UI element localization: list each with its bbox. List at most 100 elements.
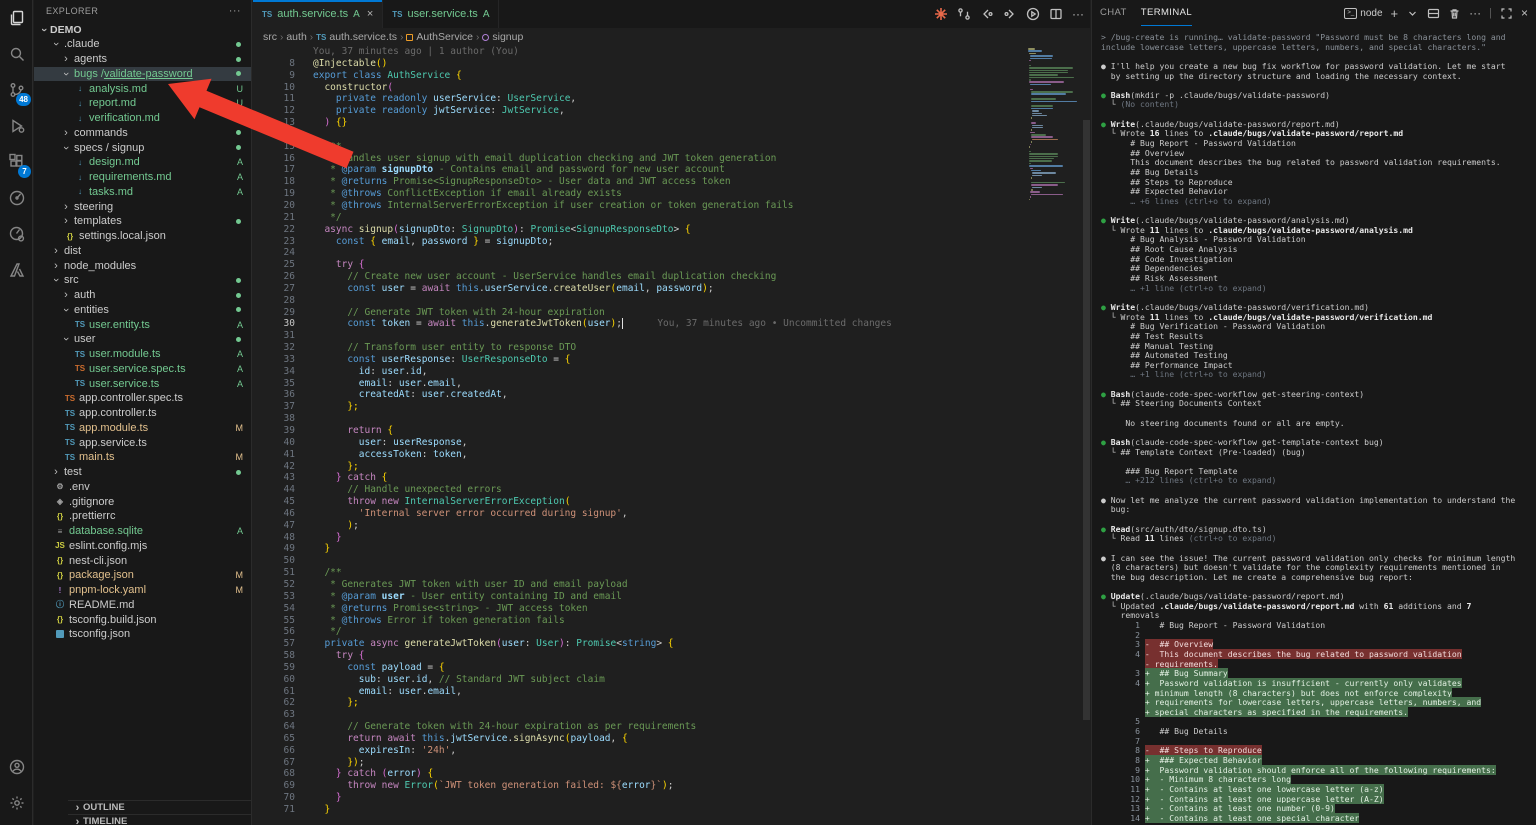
- terminal-line: ● Read(src/auth/dto/signup.dto.ts): [1101, 524, 1534, 534]
- minimap[interactable]: [1028, 48, 1080, 201]
- run-debug-icon[interactable]: [0, 108, 33, 144]
- root-folder-demo[interactable]: › DEMO: [34, 22, 251, 37]
- terminal-line: [1101, 379, 1534, 389]
- tree-item-src[interactable]: ›src: [34, 273, 251, 288]
- tree-item-user-module-ts[interactable]: TSuser.module.tsA: [34, 347, 251, 362]
- maximize-panel-icon[interactable]: [1500, 7, 1513, 20]
- claude-extension-icon[interactable]: [934, 7, 948, 21]
- terminal-output[interactable]: > /bug-create is running… validate-passw…: [1101, 32, 1534, 825]
- tree-item-app-controller-ts[interactable]: TSapp.controller.ts: [34, 406, 251, 421]
- code-line: 45 throw new InternalServerErrorExceptio…: [253, 496, 1090, 508]
- close-panel-icon[interactable]: ×: [1521, 6, 1528, 20]
- terminal-line: [1101, 514, 1534, 524]
- tree-item--env[interactable]: ⚙.env: [34, 480, 251, 495]
- tree-item-analysis-md[interactable]: ↓analysis.mdU: [34, 81, 251, 96]
- more-actions-icon[interactable]: ···: [1072, 7, 1084, 21]
- tab-terminal[interactable]: TERMINAL: [1141, 0, 1192, 26]
- next-change-icon[interactable]: [1003, 7, 1017, 21]
- split-terminal-icon[interactable]: [1427, 7, 1440, 20]
- terminal-line: [1101, 582, 1534, 592]
- tree-item-pnpm-lock-yaml[interactable]: !pnpm-lock.yamlM: [34, 583, 251, 598]
- extensions-icon[interactable]: 7: [0, 144, 33, 180]
- tree-item-app-service-ts[interactable]: TSapp.service.ts: [34, 435, 251, 450]
- open-changes-icon[interactable]: [957, 7, 971, 21]
- search-icon[interactable]: [0, 36, 33, 72]
- tree-item-steering[interactable]: ›steering: [34, 199, 251, 214]
- tree-item-report-md[interactable]: ↓report.mdU: [34, 96, 251, 111]
- breadcrumb[interactable]: src› auth› TS auth.service.ts› AuthServi…: [253, 28, 1090, 46]
- tree-item-user[interactable]: ›user: [34, 332, 251, 347]
- tree-item-verification-md[interactable]: ↓verification.mdU: [34, 111, 251, 126]
- code-editor[interactable]: You, 37 minutes ago | 1 author (You)8@In…: [253, 46, 1090, 825]
- tree-item-nest-cli-json[interactable]: {}nest-cli.json: [34, 553, 251, 568]
- tree-item-specs-signup[interactable]: ›specs / signup: [34, 140, 251, 155]
- split-editor-icon[interactable]: [1049, 7, 1063, 21]
- tree-item-requirements-md[interactable]: ↓requirements.mdA: [34, 170, 251, 185]
- scm-badge: 48: [16, 93, 31, 106]
- terminal-icon: >_: [1344, 8, 1357, 19]
- code-line: 66 expiresIn: '24h',: [253, 745, 1090, 757]
- shell-selector[interactable]: >_ node: [1344, 8, 1382, 19]
- timeline-section[interactable]: › TIMELINE: [68, 814, 252, 825]
- tree-item--gitignore[interactable]: ◈.gitignore: [34, 494, 251, 509]
- tree-item-main-ts[interactable]: TSmain.tsM: [34, 450, 251, 465]
- tree-item-templates[interactable]: ›templates: [34, 214, 251, 229]
- azure-icon[interactable]: [0, 252, 33, 288]
- terminal-line: 2: [1101, 630, 1534, 640]
- close-icon[interactable]: ×: [367, 8, 373, 20]
- tree-item-label: agents: [72, 53, 107, 65]
- explorer-icon[interactable]: [0, 0, 33, 36]
- remote-explorer-icon[interactable]: [0, 216, 33, 252]
- account-icon[interactable]: [0, 749, 33, 785]
- tree-item-app-module-ts[interactable]: TSapp.module.tsM: [34, 421, 251, 436]
- editor-scrollbar[interactable]: [1083, 120, 1090, 720]
- run-file-icon[interactable]: [1026, 7, 1040, 21]
- tab-chat[interactable]: CHAT: [1100, 0, 1127, 26]
- terminal-line: ## Expected Behavior: [1101, 186, 1534, 196]
- tree-item-readme-md[interactable]: ⓘREADME.md: [34, 598, 251, 613]
- tree-item-test[interactable]: ›test: [34, 465, 251, 480]
- kill-terminal-icon[interactable]: [1448, 7, 1461, 20]
- tree-item-user-service-ts[interactable]: TSuser.service.tsA: [34, 376, 251, 391]
- terminal-line: bug:: [1101, 504, 1534, 514]
- outline-section[interactable]: › OUTLINE: [68, 800, 252, 814]
- source-control-icon[interactable]: 48: [0, 72, 33, 108]
- json-icon: {}: [53, 512, 67, 521]
- tree-item-bugs-[interactable]: ›bugs / validate-password: [34, 67, 251, 82]
- panel-more-icon[interactable]: ···: [1469, 6, 1481, 20]
- tree-item-eslint-config-mjs[interactable]: JSeslint.config.mjs: [34, 539, 251, 554]
- tree-item-node-modules[interactable]: ›node_modules: [34, 258, 251, 273]
- tree-item-app-controller-spec-ts[interactable]: TSapp.controller.spec.ts: [34, 391, 251, 406]
- tree-item-entities[interactable]: ›entities: [34, 303, 251, 318]
- tree-item-commands[interactable]: ›commands: [34, 126, 251, 141]
- settings-gear-icon[interactable]: [0, 785, 33, 821]
- tab-user-service[interactable]: TS user.service.ts A: [383, 0, 499, 28]
- new-terminal-icon[interactable]: +: [1391, 6, 1399, 21]
- tree-item-dist[interactable]: ›dist: [34, 244, 251, 259]
- tree-item--claude[interactable]: ›.claude: [34, 37, 251, 52]
- previous-change-icon[interactable]: [980, 7, 994, 21]
- tree-item-label: steering: [72, 201, 113, 213]
- tree-item-database-sqlite[interactable]: ≡database.sqliteA: [34, 524, 251, 539]
- tree-item-package-json[interactable]: {}package.jsonM: [34, 568, 251, 583]
- launch-profile-chevron-icon[interactable]: [1406, 7, 1419, 20]
- git-status-badge: A: [237, 187, 243, 197]
- tree-item-user-service-spec-ts[interactable]: TSuser.service.spec.tsA: [34, 362, 251, 377]
- terminal-line: └ Wrote 11 lines to .claude/bugs/validat…: [1101, 225, 1534, 235]
- chevron-icon: ›: [38, 24, 50, 36]
- tree-item-label: app.controller.spec.ts: [77, 392, 183, 404]
- tree-item-agents[interactable]: ›agents: [34, 52, 251, 67]
- tree-item-design-md[interactable]: ↓design.mdA: [34, 155, 251, 170]
- tree-item-tsconfig-build-json[interactable]: {}tsconfig.build.json: [34, 612, 251, 627]
- tree-item-settings-local-json[interactable]: {}settings.local.json: [34, 229, 251, 244]
- tree-item-label: entities: [72, 304, 109, 316]
- explorer-more-icon[interactable]: ···: [229, 5, 241, 17]
- code-line: 49 }: [253, 543, 1090, 555]
- tree-item-tsconfig-json[interactable]: tsconfig.json: [34, 627, 251, 642]
- tree-item-tasks-md[interactable]: ↓tasks.mdA: [34, 185, 251, 200]
- tree-item-user-entity-ts[interactable]: TSuser.entity.tsA: [34, 317, 251, 332]
- tab-auth-service[interactable]: TS auth.service.ts A ×: [253, 0, 383, 28]
- tree-item-auth[interactable]: ›auth: [34, 288, 251, 303]
- tree-item--prettierrc[interactable]: {}.prettierrc: [34, 509, 251, 524]
- live-share-icon[interactable]: [0, 180, 33, 216]
